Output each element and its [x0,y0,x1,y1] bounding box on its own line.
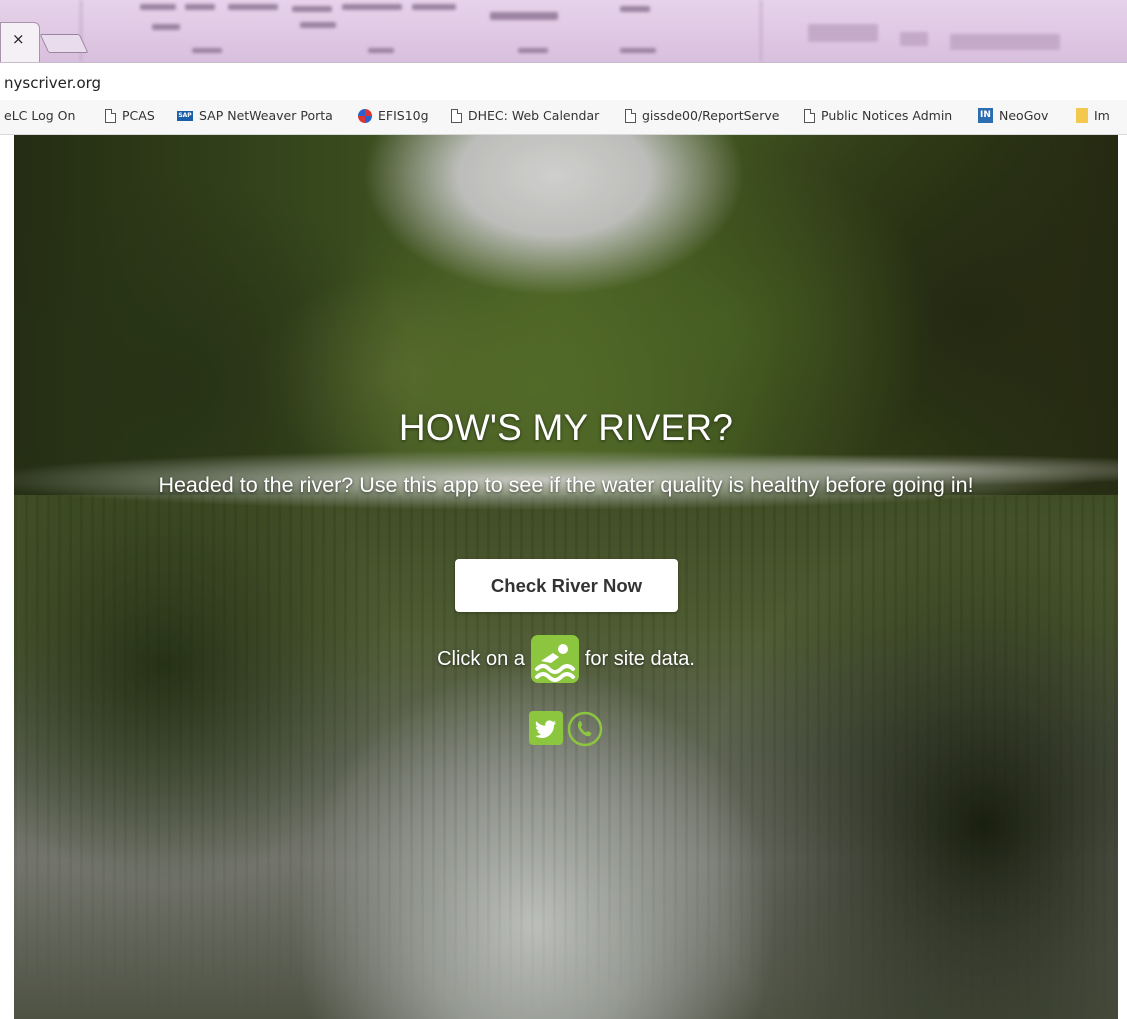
browser-toolbar-area: × [0,0,1127,62]
hint-suffix: for site data. [584,647,695,670]
url-text[interactable]: nyscriver.org [4,74,101,92]
bookmark-efis10g[interactable]: EFIS10g [358,108,429,123]
in-icon: IN [978,108,993,123]
bookmarks-bar: eLC Log On PCAS SAP SAP NetWeaver Porta … [0,100,1127,135]
background-app-ribbon [60,0,1120,62]
document-icon [451,108,462,123]
hero-section: HOW'S MY RIVER? Headed to the river? Use… [14,135,1118,1019]
bookmark-label: Im [1094,108,1110,123]
address-bar[interactable]: nyscriver.org [0,62,1127,102]
bookmark-pcas[interactable]: PCAS [105,108,155,123]
bookmark-public-notices-admin[interactable]: Public Notices Admin [804,108,952,123]
bookmark-label: SAP NetWeaver Porta [199,108,333,123]
phone-icon[interactable] [567,711,603,747]
check-river-now-button[interactable]: Check River Now [455,559,678,612]
bookmark-label: PCAS [122,108,155,123]
bookmark-label: Public Notices Admin [821,108,953,123]
bookmark-dhec-web-calendar[interactable]: DHEC: Web Calendar [451,108,599,123]
globe-icon [358,108,372,123]
social-links [14,711,1118,747]
bookmark-label: gissde00/ReportServe [642,108,780,123]
new-tab-button[interactable] [39,34,89,53]
document-icon [625,108,636,123]
bookmark-folder-im[interactable]: Im [1076,108,1110,123]
bookmark-label: eLC Log On [4,108,76,123]
bookmark-label: DHEC: Web Calendar [468,108,600,123]
hint-prefix: Click on a [437,647,525,670]
folder-icon [1076,108,1088,123]
bookmark-neogov[interactable]: IN NeoGov [978,108,1048,123]
sap-icon: SAP [177,110,193,121]
bookmark-label: EFIS10g [378,108,429,123]
document-icon [105,108,116,123]
swimmer-icon [530,635,579,683]
hero-subtitle: Headed to the river? Use this app to see… [158,473,974,497]
document-icon [804,108,815,123]
tab-close-icon[interactable]: × [12,30,25,48]
bookmark-gissde00-reportserver[interactable]: gissde00/ReportServe [625,108,779,123]
bookmark-elc-log-on[interactable]: eLC Log On [4,108,75,123]
twitter-icon[interactable] [529,711,563,745]
hero-title: HOW'S MY RIVER? [398,407,734,448]
site-data-hint: Click on a for site data. [14,634,1118,684]
bookmark-sap-netweaver[interactable]: SAP SAP NetWeaver Porta [177,108,333,123]
bookmark-label: NeoGov [999,108,1049,123]
